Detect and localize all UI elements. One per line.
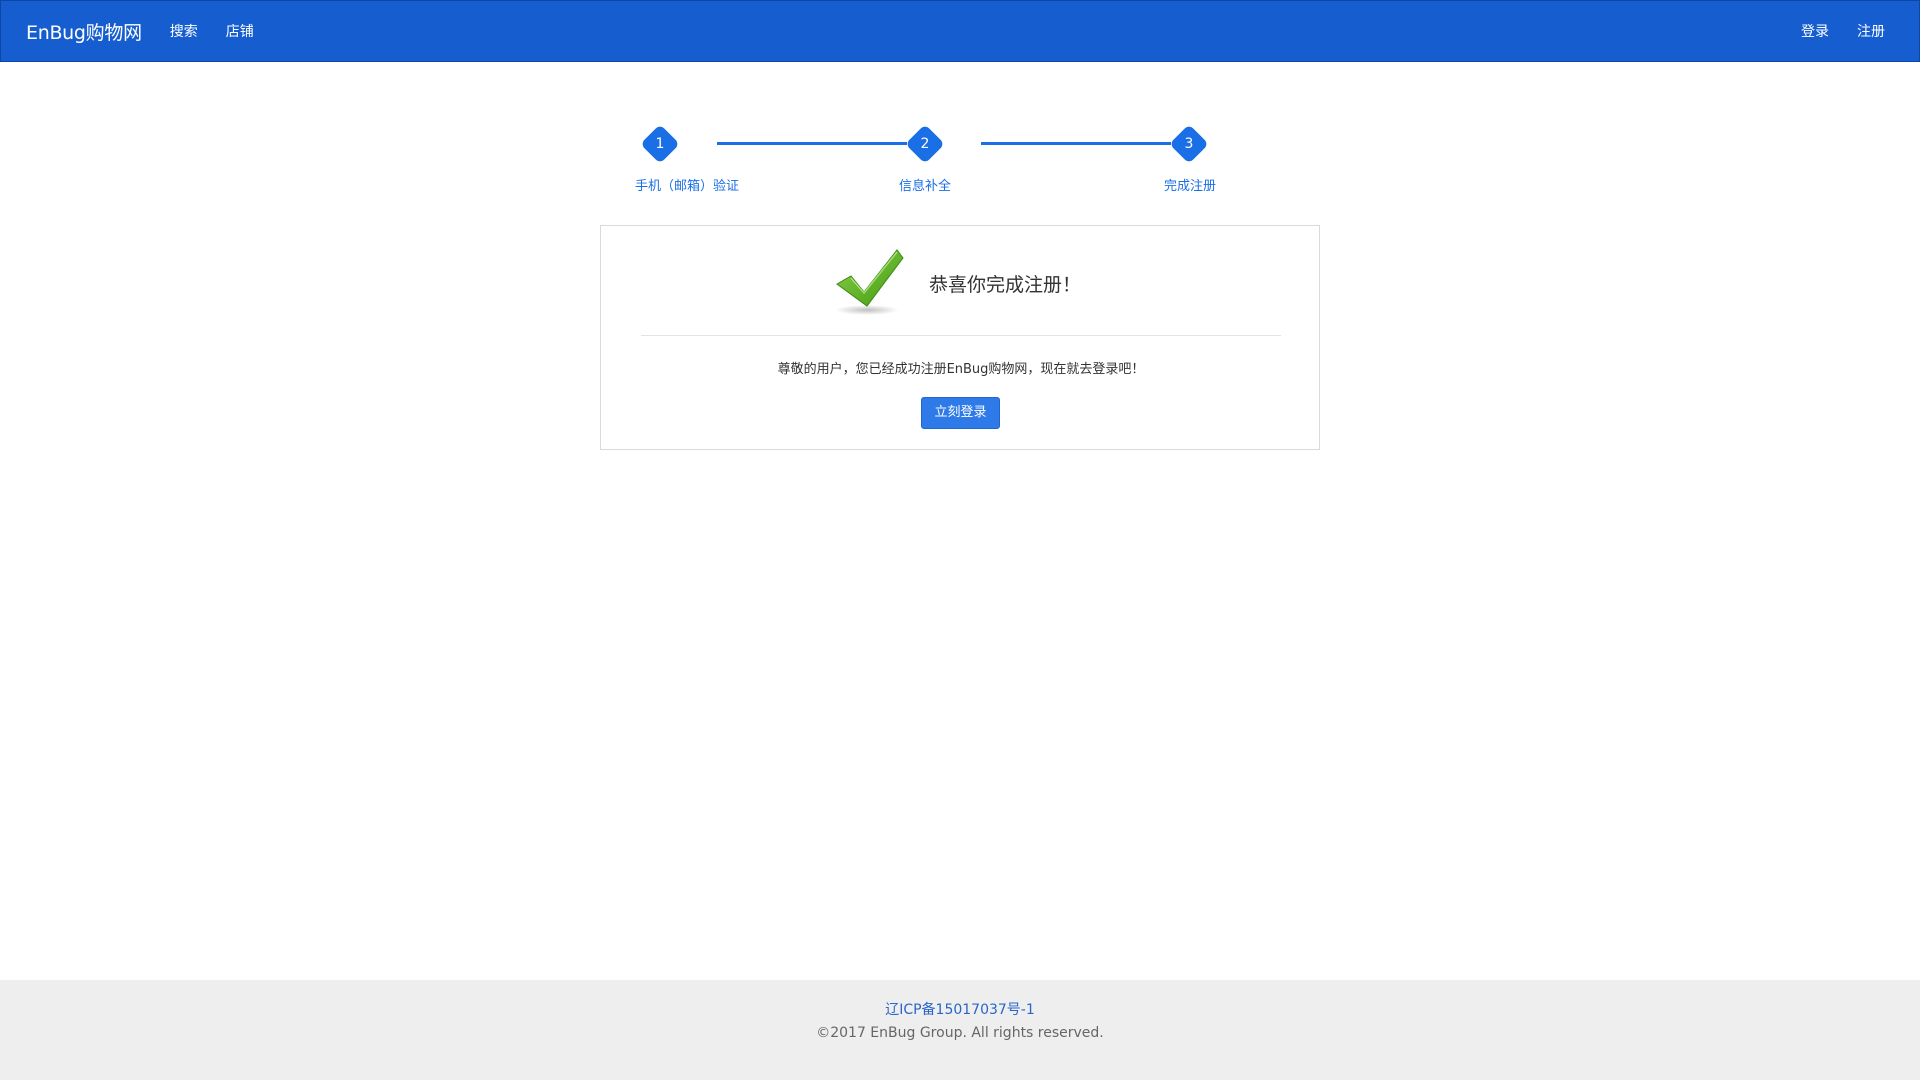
step-3-number: 3: [1184, 136, 1194, 152]
success-title: 恭喜你完成注册！: [929, 274, 1082, 296]
success-card: 恭喜你完成注册！ 尊敬的用户，您已经成功注册EnBug购物网，现在就去登录吧！ …: [600, 225, 1320, 450]
login-now-button[interactable]: 立刻登录: [921, 397, 1000, 429]
top-navbar: EnBug购物网 搜索 店铺 登录 注册: [0, 0, 1920, 62]
nav-register-link[interactable]: 注册: [1857, 21, 1885, 41]
step-3-label: 完成注册: [1163, 179, 1217, 194]
step-2-label: 信息补全: [898, 179, 952, 194]
page-footer: 辽ICP备15017037号-1 ©2017 EnBug Group. All …: [0, 980, 1920, 1080]
nav-link-shops[interactable]: 店铺: [226, 21, 254, 41]
nav-right-group: 登录 注册: [1801, 21, 1913, 41]
card-divider: [641, 335, 1281, 336]
nav-link-search[interactable]: 搜索: [170, 21, 198, 41]
copyright-text: ©2017 EnBug Group. All rights reserved.: [816, 1025, 1104, 1041]
nav-login-link[interactable]: 登录: [1801, 21, 1829, 41]
step-2-number: 2: [920, 136, 930, 152]
brand-logo-link[interactable]: EnBug购物网: [26, 18, 142, 45]
step-connector-1: [717, 142, 907, 145]
step-connector-2: [981, 142, 1171, 145]
registration-steps: 1 手机（邮箱）验证 2 信息补全 3 完成注册: [620, 122, 1280, 202]
success-message: 尊敬的用户，您已经成功注册EnBug购物网，现在就去登录吧！: [777, 362, 1145, 377]
step-1-label: 手机（邮箱）验证: [634, 179, 740, 194]
step-1-number: 1: [655, 136, 665, 152]
checkmark-icon: [835, 249, 904, 315]
icp-license-link[interactable]: 辽ICP备15017037号-1: [0, 999, 1920, 1019]
